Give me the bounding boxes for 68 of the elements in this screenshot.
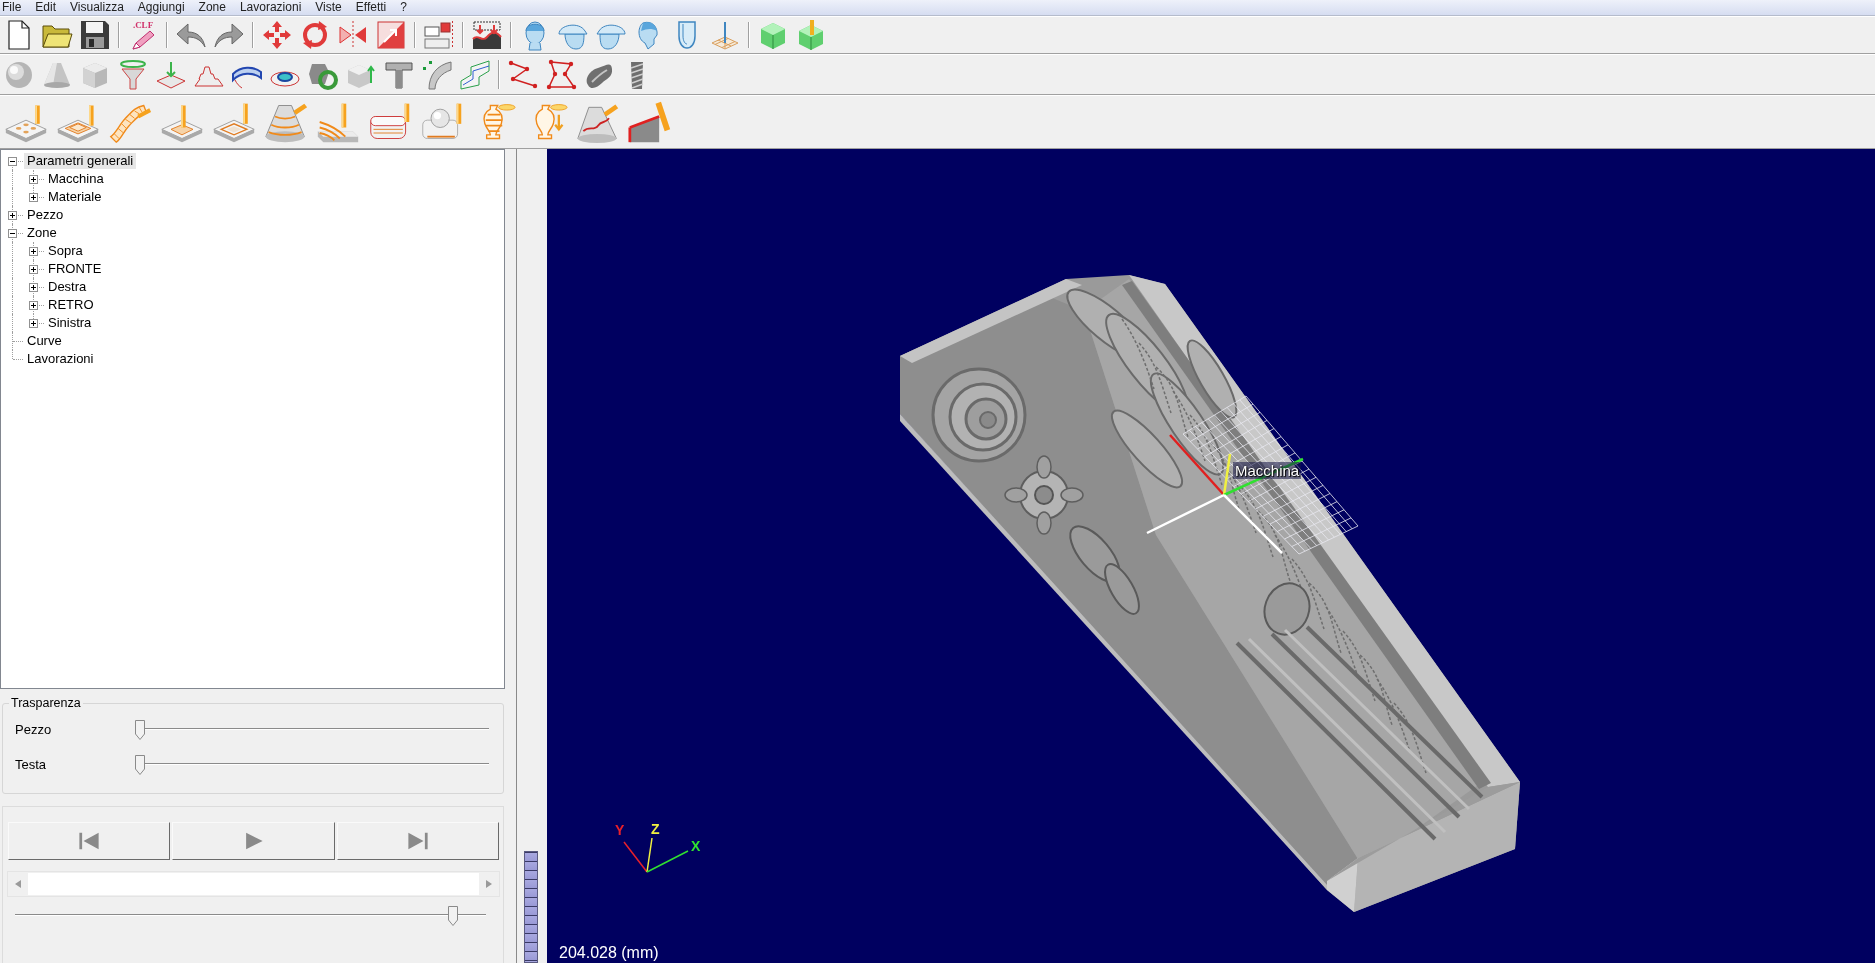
tree-item[interactable]: FRONTE bbox=[45, 261, 105, 277]
slider-label: Testa bbox=[14, 757, 48, 772]
tree-item[interactable]: Sopra bbox=[45, 243, 86, 259]
skip-to-start-button[interactable] bbox=[8, 822, 171, 860]
tree-item[interactable]: Materiale bbox=[45, 189, 105, 205]
slider-thumb[interactable] bbox=[135, 754, 145, 775]
export-clf-button[interactable]: .CLF bbox=[127, 18, 159, 52]
axis-triad-drawing bbox=[623, 837, 689, 873]
scroll-left-icon[interactable] bbox=[15, 880, 21, 888]
slider-thumb[interactable] bbox=[135, 719, 145, 740]
expand-icon[interactable] bbox=[29, 192, 38, 202]
slider-track[interactable] bbox=[135, 718, 489, 741]
menu-item[interactable]: Zone bbox=[191, 0, 233, 15]
expand-icon[interactable] bbox=[29, 282, 38, 292]
horizontal-scrollbar[interactable] bbox=[7, 871, 500, 897]
polyline-icon[interactable] bbox=[507, 58, 539, 91]
rectangles-icon[interactable] bbox=[423, 19, 455, 51]
wedge-tool-icon[interactable] bbox=[628, 100, 672, 144]
menu-item[interactable]: Edit bbox=[28, 0, 64, 15]
pencil-icon bbox=[130, 30, 156, 50]
axis-label: Z bbox=[651, 821, 660, 837]
terrain-arrows-icon[interactable] bbox=[471, 19, 503, 51]
tree-item[interactable]: Zone bbox=[24, 225, 60, 241]
tree-item[interactable]: Pezzo bbox=[24, 207, 67, 223]
axes-grid-icon[interactable] bbox=[709, 19, 741, 51]
expand-icon[interactable] bbox=[29, 246, 38, 256]
expand-icon[interactable] bbox=[29, 318, 38, 328]
menu-item[interactable]: Effetti bbox=[348, 0, 394, 15]
skip-to-end-button[interactable] bbox=[336, 822, 499, 860]
collapse-icon[interactable] bbox=[8, 228, 17, 238]
menu-item[interactable]: ? bbox=[393, 0, 414, 15]
expand-icon[interactable] bbox=[29, 264, 38, 274]
tree-item[interactable]: Lavorazioni bbox=[24, 351, 97, 367]
curved-sheet-icon[interactable] bbox=[421, 58, 453, 91]
collapse-icon[interactable] bbox=[8, 156, 17, 166]
skip-start-icon bbox=[78, 830, 101, 852]
slider-track[interactable] bbox=[15, 905, 486, 927]
object-label: Macchina bbox=[1233, 462, 1302, 479]
scale-readout: 204.028 (mm) bbox=[559, 944, 659, 962]
tree-item[interactable]: RETRO bbox=[45, 297, 97, 313]
menu-item[interactable]: Viste bbox=[308, 0, 349, 15]
slider-label: Pezzo bbox=[14, 722, 53, 737]
expand-icon[interactable] bbox=[29, 300, 38, 310]
slider-track[interactable] bbox=[135, 753, 489, 776]
slider-thumb[interactable] bbox=[448, 906, 459, 926]
tree-item[interactable]: Sinistra bbox=[45, 315, 95, 331]
group-title: Trasparenza bbox=[10, 696, 82, 710]
expand-icon[interactable] bbox=[8, 210, 17, 220]
funnel-icon[interactable] bbox=[117, 58, 149, 91]
menu-item[interactable]: Lavorazioni bbox=[232, 0, 309, 15]
axis-label: Y bbox=[615, 822, 625, 838]
menu-item[interactable]: File bbox=[0, 0, 29, 15]
3d-viewport[interactable]: Macchina Y Z X 204.028 (mm) bbox=[547, 149, 1875, 963]
expand-icon[interactable] bbox=[29, 174, 38, 184]
scroll-right-icon[interactable] bbox=[486, 880, 492, 888]
tree-item[interactable]: Parametri generali bbox=[24, 153, 137, 169]
play-button[interactable] bbox=[172, 822, 335, 860]
menu-item[interactable]: Aggiungi bbox=[130, 0, 192, 15]
tree-item[interactable]: Macchina bbox=[45, 171, 107, 187]
tree-item[interactable]: Destra bbox=[45, 279, 90, 295]
menu-item[interactable]: Visualizza bbox=[63, 0, 131, 15]
tree-item[interactable]: Curve bbox=[24, 333, 65, 349]
move-arrows-icon[interactable] bbox=[261, 19, 293, 51]
scale-square-icon[interactable] bbox=[375, 19, 407, 51]
zigzag-surface-icon[interactable] bbox=[459, 58, 491, 91]
axis-label: X bbox=[691, 838, 701, 854]
skip-end-icon bbox=[406, 830, 429, 852]
polygon-icon[interactable] bbox=[545, 58, 577, 91]
